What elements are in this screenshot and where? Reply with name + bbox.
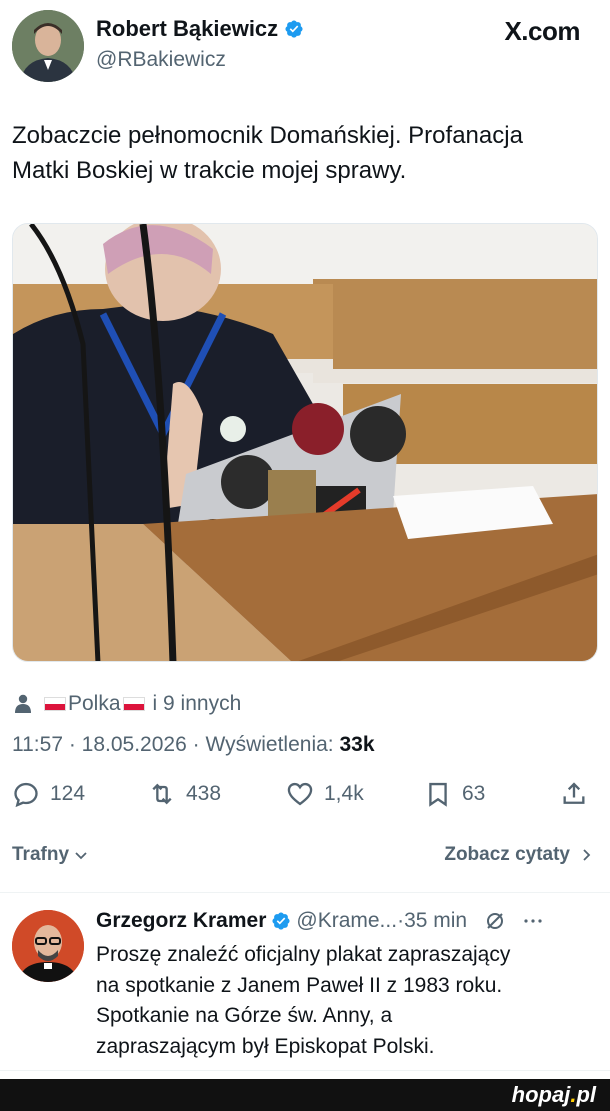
like-button[interactable]: 1,4k <box>286 780 364 808</box>
tweet-meta: 11:57 · 18.05.2026 · Wyświetlenia: 33k <box>12 731 375 759</box>
poland-flag-icon <box>44 697 66 711</box>
tweet-actions: 124 438 1,4k 63 <box>12 778 598 814</box>
share-icon <box>563 782 585 804</box>
author-name[interactable]: Robert Bąkiewicz <box>96 16 304 42</box>
grok-icon[interactable] <box>483 909 507 933</box>
reply-text-line: Spotkanie na Górze św. Anny, a <box>96 1004 393 1027</box>
person-icon <box>15 694 31 713</box>
views-value: 33k <box>339 733 375 756</box>
heart-icon <box>287 782 313 806</box>
meta-separator: · <box>68 733 82 756</box>
reply-time[interactable]: 35 min <box>404 907 467 935</box>
view-quotes-link[interactable]: Zobacz cytaty <box>444 844 594 866</box>
repost-icon <box>152 783 172 805</box>
liked-by[interactable]: Polka i 9 innych <box>14 690 241 718</box>
chevron-right-icon <box>583 849 591 861</box>
reply-author-name[interactable]: Grzegorz Kramer <box>96 907 266 935</box>
liked-by-name[interactable]: Polka <box>68 692 121 716</box>
bookmark-icon <box>429 782 447 807</box>
reply-avatar[interactable] <box>12 910 84 982</box>
meta-separator: · <box>397 909 405 932</box>
author-name-text[interactable]: Robert Bąkiewicz <box>96 16 278 41</box>
more-icon[interactable] <box>521 909 545 933</box>
tweet-time[interactable]: 11:57 <box>12 733 63 756</box>
tweet-header: Robert Bąkiewicz @RBakiewicz X.com <box>0 0 610 90</box>
bookmark-count: 63 <box>462 782 486 805</box>
tweet-text-line: Zobaczcie pełnomocnik Domańskiej. Profan… <box>12 122 523 149</box>
reply-count: 124 <box>50 782 86 805</box>
reply-author-handle[interactable]: @Krame... <box>296 907 397 935</box>
repost-button[interactable]: 438 <box>148 780 221 808</box>
tweet-date[interactable]: 18.05.2026 <box>82 733 187 756</box>
tweet-text: Zobaczcie pełnomocnik Domańskiej. Profan… <box>12 118 602 188</box>
tweet-photo[interactable] <box>12 223 598 662</box>
tweet-text-line: Matki Boskiej w trakcie mojej sprawy. <box>12 157 407 184</box>
reply-text: Proszę znaleźć oficjalny plakat zaprasza… <box>96 940 596 1062</box>
liked-by-others[interactable]: i 9 innych <box>153 692 242 716</box>
verified-badge-icon <box>272 912 290 930</box>
verified-badge-icon <box>285 20 303 38</box>
author-handle[interactable]: @RBakiewicz <box>96 47 226 73</box>
share-button[interactable] <box>560 780 598 808</box>
author-avatar[interactable] <box>12 10 84 82</box>
divider <box>0 1070 610 1071</box>
reply-icon <box>14 782 38 808</box>
site-logo: X.com <box>504 16 580 46</box>
reply-text-line: Proszę znaleźć oficjalny plakat zaprasza… <box>96 943 511 966</box>
sort-label: Trafny <box>12 844 70 865</box>
repost-count: 438 <box>186 782 222 805</box>
sort-dropdown[interactable]: Trafny <box>12 844 89 866</box>
bookmark-button[interactable]: 63 <box>424 780 485 808</box>
reply-text-line: na spotkanie z Janem Paweł II z 1983 rok… <box>96 973 503 997</box>
view-quotes-label: Zobacz cytaty <box>444 844 570 865</box>
watermark: hopaj.pl <box>512 1083 596 1107</box>
views-label: Wyświetlenia: <box>205 733 334 756</box>
poland-flag-icon <box>122 697 145 711</box>
watermark-text: hopaj <box>511 1082 571 1107</box>
divider <box>0 892 610 893</box>
meta-separator: · <box>192 733 206 756</box>
reply-text-line: zapraszającym był Episkopat Polski. <box>96 1034 435 1058</box>
chevron-down-icon <box>75 852 87 860</box>
reply-button[interactable]: 124 <box>12 780 85 808</box>
reply-header: Grzegorz Kramer @Krame... · 35 min <box>96 907 606 935</box>
like-count: 1,4k <box>324 782 364 805</box>
watermark-tld: pl <box>576 1082 596 1107</box>
